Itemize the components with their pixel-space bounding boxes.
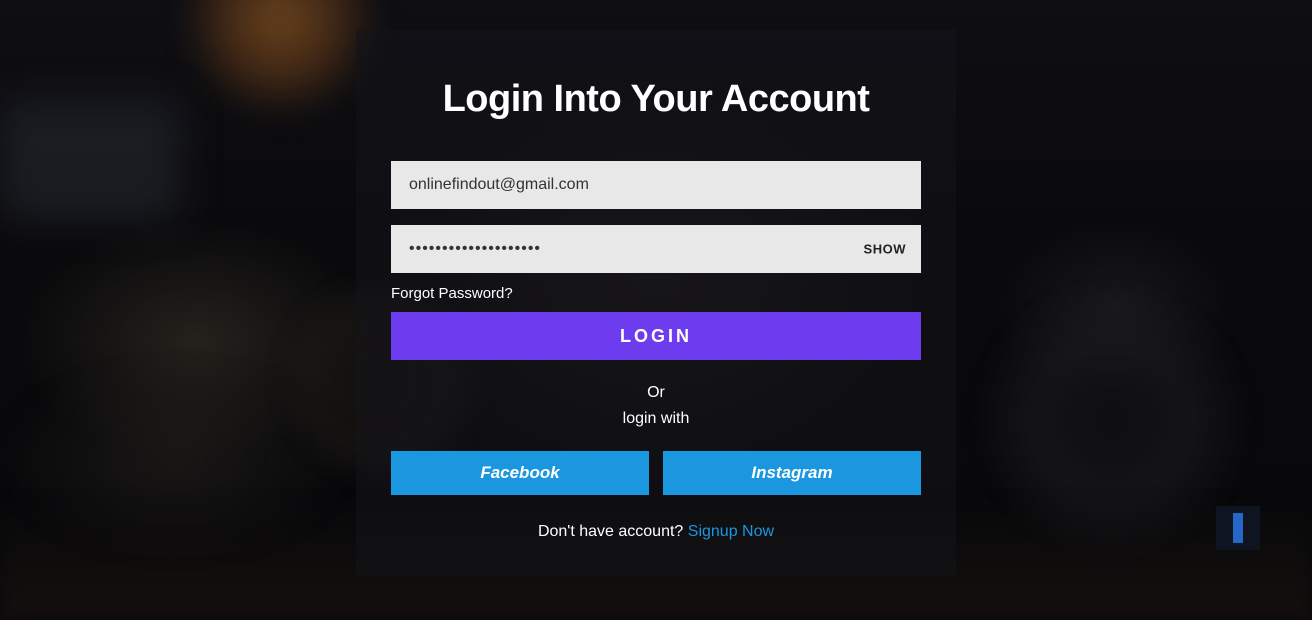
login-with-text: login with — [623, 410, 690, 427]
scroll-indicator-bar — [1233, 513, 1243, 543]
instagram-login-button[interactable]: Instagram — [663, 451, 921, 495]
bg-blur-shape — [0, 100, 180, 220]
login-button[interactable]: LOGIN — [391, 312, 921, 360]
email-input[interactable] — [391, 161, 921, 209]
signup-prompt-line: Don't have account? Signup Now — [391, 523, 921, 541]
show-password-toggle[interactable]: SHOW — [864, 242, 906, 257]
signup-now-link[interactable]: Signup Now — [688, 523, 774, 540]
facebook-login-button[interactable]: Facebook — [391, 451, 649, 495]
login-title: Login Into Your Account — [391, 78, 921, 121]
bg-blur-shape — [0, 370, 350, 550]
login-card: Login Into Your Account SHOW Forgot Pass… — [356, 30, 956, 576]
or-divider: Or login with — [391, 380, 921, 431]
password-wrapper: SHOW — [391, 225, 921, 273]
password-input[interactable] — [391, 225, 921, 273]
scroll-indicator-widget[interactable] — [1216, 506, 1260, 550]
signup-prompt-text: Don't have account? — [538, 523, 688, 540]
or-text: Or — [647, 384, 665, 401]
forgot-password-link[interactable]: Forgot Password? — [391, 285, 921, 302]
social-login-buttons: Facebook Instagram — [391, 451, 921, 495]
